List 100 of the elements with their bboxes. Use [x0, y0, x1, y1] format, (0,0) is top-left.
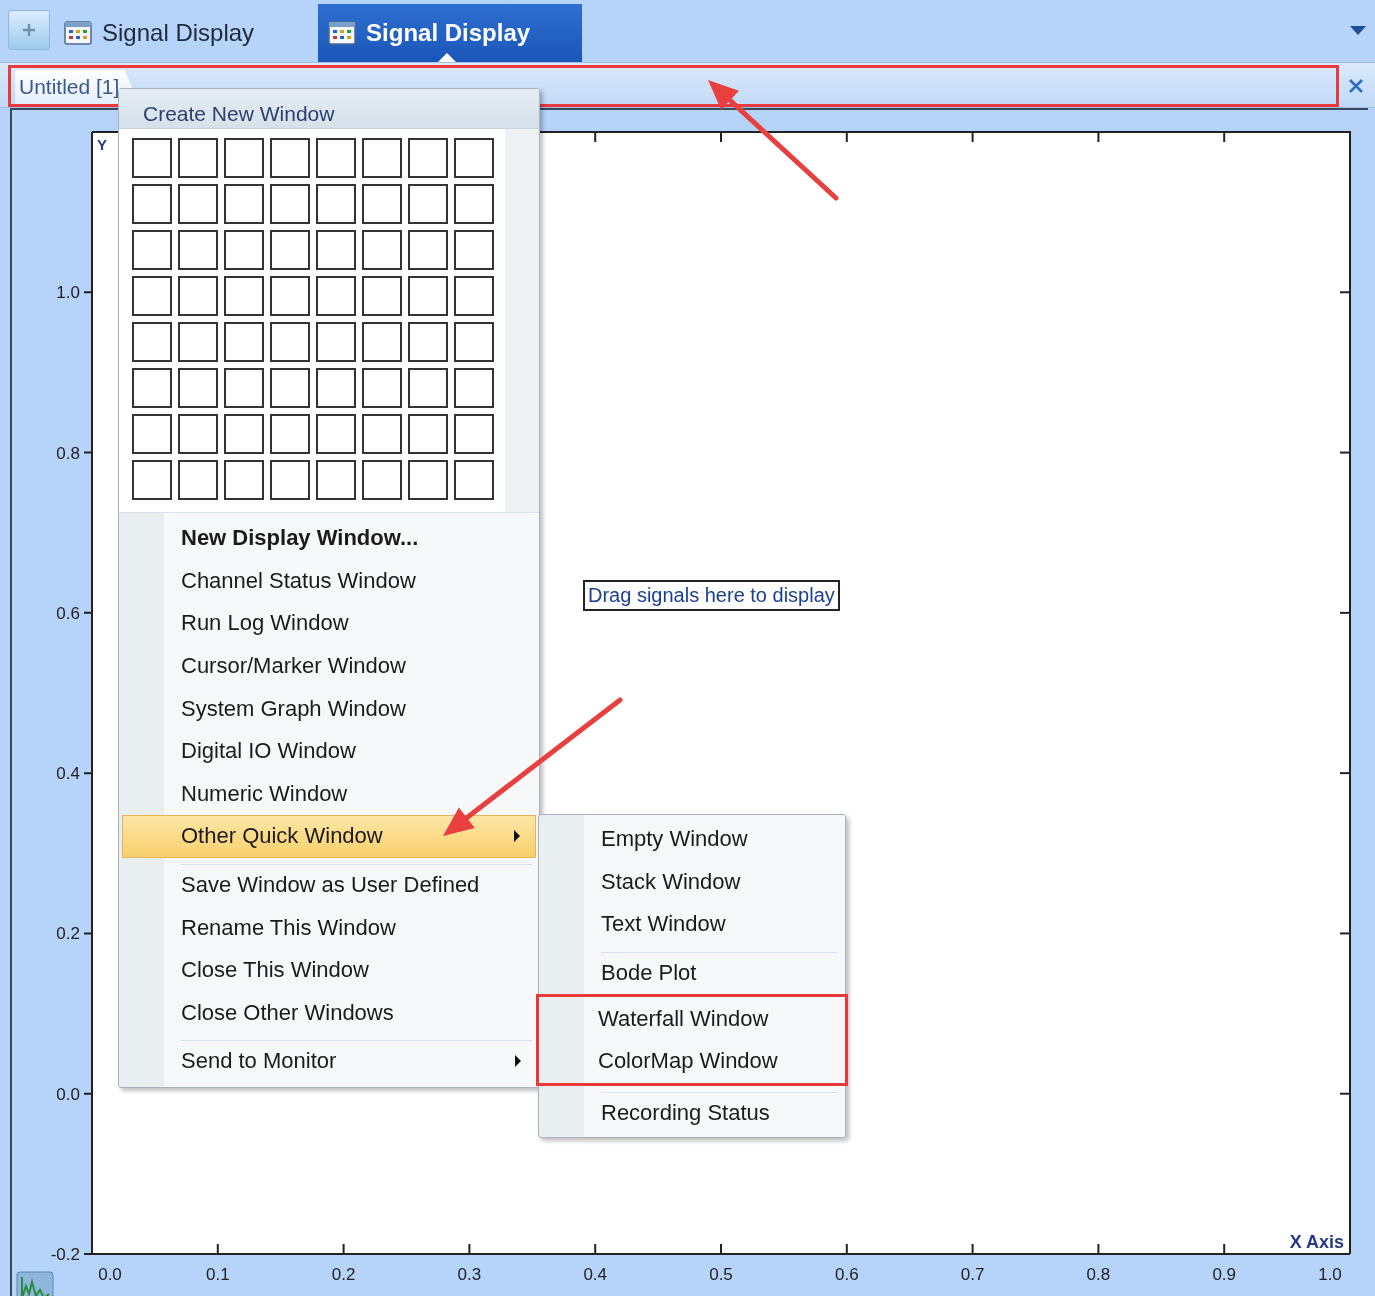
grid-cell[interactable]	[270, 276, 310, 316]
grid-cell[interactable]	[132, 322, 172, 362]
grid-cell[interactable]	[408, 414, 448, 454]
grid-cell[interactable]	[178, 460, 218, 500]
menu-item[interactable]: ColorMap Window	[539, 1039, 845, 1083]
menu-title: Create New Window	[119, 89, 539, 129]
grid-cell[interactable]	[362, 322, 402, 362]
menu-item[interactable]: Waterfall Window	[539, 997, 845, 1040]
x-tick-label: 0.5	[709, 1265, 733, 1284]
grid-cell[interactable]	[270, 138, 310, 178]
grid-cell[interactable]	[270, 368, 310, 408]
grid-cell[interactable]	[362, 276, 402, 316]
menu-item[interactable]: Rename This Window	[122, 906, 536, 949]
grid-cell[interactable]	[454, 276, 494, 316]
grid-cell[interactable]	[270, 414, 310, 454]
y-tick-label: 1.0	[56, 283, 80, 303]
grid-cell[interactable]	[132, 230, 172, 270]
grid-cell[interactable]	[408, 230, 448, 270]
grid-cell[interactable]	[132, 184, 172, 224]
submenu-arrow-icon	[514, 1054, 522, 1069]
close-icon[interactable]	[1347, 77, 1365, 95]
grid-cell[interactable]	[178, 414, 218, 454]
grid-cell[interactable]	[132, 460, 172, 500]
menu-item[interactable]: Run Log Window	[122, 602, 536, 645]
grid-cell[interactable]	[408, 322, 448, 362]
grid-cell[interactable]	[316, 368, 356, 408]
grid-cell[interactable]	[362, 138, 402, 178]
grid-cell[interactable]	[408, 276, 448, 316]
y-tick-label: 0.6	[56, 603, 80, 623]
grid-cell[interactable]	[316, 230, 356, 270]
menu-item[interactable]: Close This Window	[122, 948, 536, 992]
dropdown-caret-icon[interactable]	[1349, 24, 1367, 36]
y-tick-label: 0.0	[56, 1084, 80, 1104]
menu-item[interactable]: Numeric Window	[122, 772, 536, 816]
menu-item[interactable]: Stack Window	[542, 860, 842, 904]
grid-cell[interactable]	[408, 184, 448, 224]
grid-cell[interactable]	[224, 138, 264, 178]
grid-cell[interactable]	[224, 276, 264, 316]
menu-item[interactable]: Channel Status Window	[122, 559, 536, 603]
grid-cell[interactable]	[224, 230, 264, 270]
grid-cell[interactable]	[454, 460, 494, 500]
grid-cell[interactable]	[178, 276, 218, 316]
grid-cell[interactable]	[132, 138, 172, 178]
grid-cell[interactable]	[362, 414, 402, 454]
grid-cell[interactable]	[454, 230, 494, 270]
grid-cell[interactable]	[316, 276, 356, 316]
ribbon-tab[interactable]: Signal Display	[318, 4, 583, 62]
menu-item[interactable]: Text Window	[542, 903, 842, 946]
grid-cell[interactable]	[316, 322, 356, 362]
menu-item[interactable]: System Graph Window	[122, 687, 536, 730]
grid-cell[interactable]	[224, 184, 264, 224]
menu-item[interactable]: New Display Window...	[122, 517, 536, 560]
grid-cell[interactable]	[408, 460, 448, 500]
grid-cell[interactable]	[132, 276, 172, 316]
grid-cell[interactable]	[132, 368, 172, 408]
grid-cell[interactable]	[270, 184, 310, 224]
grid-cell[interactable]	[454, 138, 494, 178]
menu-item[interactable]: Close Other Windows	[122, 991, 536, 1035]
grid-cell[interactable]	[178, 322, 218, 362]
x-tick-label: 0.6	[835, 1265, 859, 1284]
grid-cell[interactable]	[362, 368, 402, 408]
grid-cell[interactable]	[224, 322, 264, 362]
grid-cell[interactable]	[454, 322, 494, 362]
grid-cell[interactable]	[316, 460, 356, 500]
menu-item[interactable]: Digital IO Window	[122, 729, 536, 773]
y-tick-label: 0.4	[56, 764, 80, 784]
grid-cell[interactable]	[454, 368, 494, 408]
grid-cell[interactable]	[270, 230, 310, 270]
new-tab-button[interactable]	[8, 10, 50, 50]
x-tick-label: 1.0	[1318, 1265, 1342, 1284]
menu-item[interactable]: Other Quick Window	[122, 815, 536, 858]
table-icon	[328, 21, 357, 45]
grid-cell[interactable]	[178, 230, 218, 270]
grid-cell[interactable]	[362, 460, 402, 500]
menu-item[interactable]: Empty Window	[542, 818, 842, 861]
grid-cell[interactable]	[224, 368, 264, 408]
x-tick-label: 0.8	[1086, 1265, 1111, 1284]
grid-cell[interactable]	[408, 138, 448, 178]
grid-cell[interactable]	[178, 184, 218, 224]
grid-cell[interactable]	[270, 322, 310, 362]
grid-cell[interactable]	[408, 368, 448, 408]
grid-cell[interactable]	[178, 368, 218, 408]
grid-cell[interactable]	[270, 460, 310, 500]
y-tick-label: -0.2	[50, 1245, 80, 1264]
grid-cell[interactable]	[224, 414, 264, 454]
grid-cell[interactable]	[316, 138, 356, 178]
menu-item[interactable]: Cursor/Marker Window	[122, 644, 536, 688]
grid-cell[interactable]	[362, 184, 402, 224]
y-tick-label: 0.2	[56, 924, 80, 944]
grid-cell[interactable]	[132, 414, 172, 454]
x-tick-label: 0.9	[1212, 1265, 1236, 1284]
grid-cell[interactable]	[224, 460, 264, 500]
grid-cell[interactable]	[316, 414, 356, 454]
ribbon-tab[interactable]: Signal Display	[50, 4, 269, 62]
grid-cell[interactable]	[316, 184, 356, 224]
x-axis-label: X Axis	[1289, 1232, 1344, 1252]
grid-cell[interactable]	[362, 230, 402, 270]
grid-cell[interactable]	[178, 138, 218, 178]
grid-cell[interactable]	[454, 184, 494, 224]
grid-cell[interactable]	[454, 414, 494, 454]
